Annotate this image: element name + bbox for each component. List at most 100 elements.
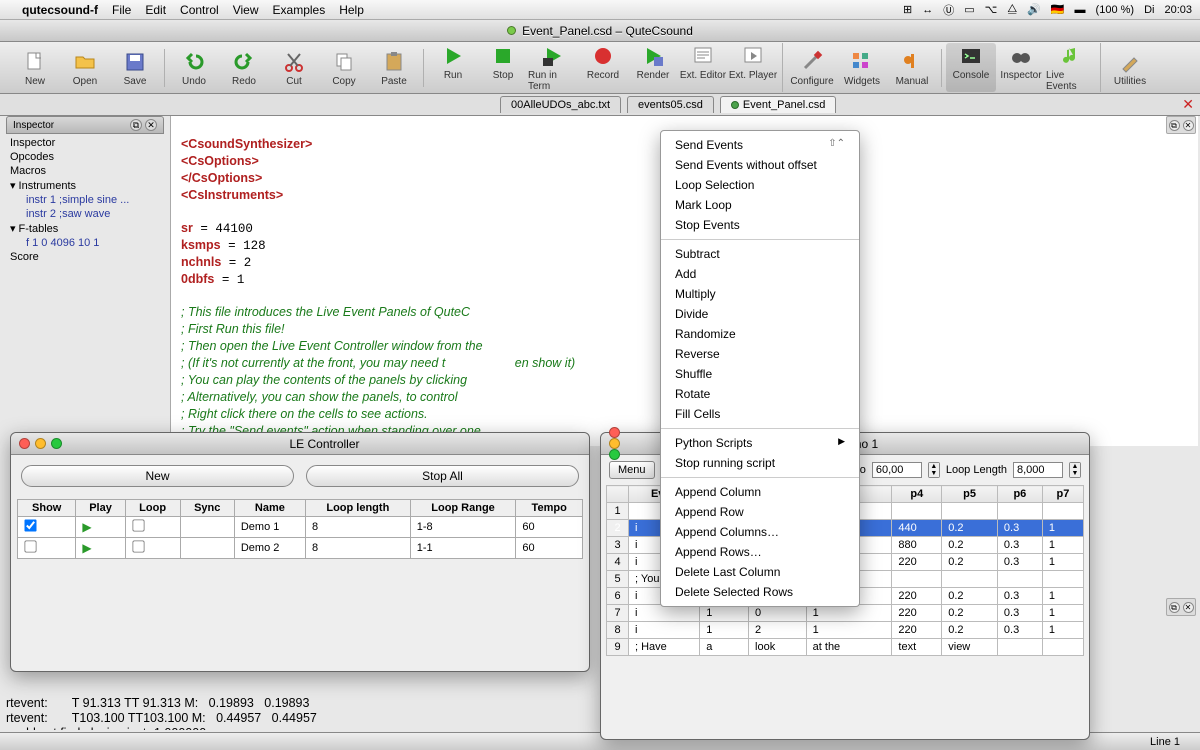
ctx-mark-loop[interactable]: Mark Loop [661,195,859,215]
runterm-button[interactable]: Run in Term [528,43,578,92]
tree-instruments[interactable]: Instruments [8,178,162,193]
status-sync-icon[interactable]: ↔ [922,4,933,16]
side-panel-2[interactable]: ⧉✕ [1166,598,1196,616]
widgets-button[interactable]: Widgets [837,49,887,87]
exteditor-button[interactable]: Ext. Editor [678,43,728,92]
extplayer-button[interactable]: Ext. Player [728,43,778,92]
show-checkbox[interactable] [24,519,36,531]
ctx-rotate[interactable]: Rotate [661,384,859,404]
undo-button[interactable]: Undo [169,49,219,87]
tab-events05[interactable]: events05.csd [627,96,714,113]
menu-file[interactable]: File [112,3,131,17]
ctx-divide[interactable]: Divide [661,304,859,324]
ctx-append-rows[interactable]: Append Rows… [661,542,859,562]
tree-f1[interactable]: f 1 0 4096 10 1 [8,236,162,250]
liveevents-button[interactable]: Live Events [1046,43,1096,92]
close-tab-button[interactable]: ✕ [1182,96,1194,113]
lectl-row-1[interactable]: ▶ Demo 1 8 1-8 60 [18,517,583,538]
looplen-stepper[interactable]: ▲▼ [1069,462,1081,478]
tree-opcodes[interactable]: Opcodes [8,150,162,164]
tree-instr1[interactable]: instr 1 ;simple sine ... [8,193,162,207]
close-icon[interactable] [19,438,30,449]
tree-score[interactable]: Score [8,250,162,264]
ctx-append-row[interactable]: Append Row [661,502,859,522]
demo-menu-button[interactable]: Menu [609,461,655,479]
tab-alleudos[interactable]: 00AlleUDOs_abc.txt [500,96,621,113]
ctx-loop-selection[interactable]: Loop Selection [661,175,859,195]
ctx-append-columns[interactable]: Append Columns… [661,522,859,542]
menu-help[interactable]: Help [339,3,364,17]
configure-button[interactable]: Configure [787,49,837,87]
inspector-close-icon[interactable]: ✕ [145,119,157,131]
status-battery-icon[interactable]: ▬ [1075,4,1086,16]
cut-button[interactable]: Cut [269,49,319,87]
play-icon[interactable]: ▶ [82,541,91,555]
ctx-randomize[interactable]: Randomize [661,324,859,344]
ctx-send-events[interactable]: Send Events⇧⌃ [661,135,859,155]
tab-eventpanel[interactable]: Event_Panel.csd [720,96,837,113]
ctx-stop-events[interactable]: Stop Events [661,215,859,235]
ctx-delete-last-column[interactable]: Delete Last Column [661,562,859,582]
stop-button[interactable]: Stop [478,43,528,92]
status-spaces-icon[interactable]: ⊞ [903,3,912,16]
status-display-icon[interactable]: ▭ [964,3,974,16]
show-checkbox[interactable] [24,540,36,552]
ctx-subtract[interactable]: Subtract [661,244,859,264]
ctx-append-column[interactable]: Append Column [661,482,859,502]
zoom-icon[interactable] [609,449,620,460]
status-volume-icon[interactable]: 🔊 [1027,3,1041,16]
manual-button[interactable]: Manual [887,49,937,87]
copy-button[interactable]: Copy [319,49,369,87]
ctx-send-events-no-offset[interactable]: Send Events without offset [661,155,859,175]
app-name[interactable]: qutecsound-f [22,3,98,17]
run-button[interactable]: Run [428,43,478,92]
status-bt-icon[interactable]: ⌥ [985,3,998,16]
menu-examples[interactable]: Examples [273,3,326,17]
ctx-stop-script[interactable]: Stop running script [661,453,859,473]
close-icon[interactable] [609,427,620,438]
tree-instr2[interactable]: instr 2 ;saw wave [8,207,162,221]
status-flag[interactable]: 🇩🇪 [1051,3,1065,16]
looplen-input[interactable] [1013,462,1063,478]
ctx-delete-selected-rows[interactable]: Delete Selected Rows [661,582,859,602]
side-panel-1[interactable]: ⧉✕ [1166,116,1196,134]
record-button[interactable]: Record [578,43,628,92]
tempo-input[interactable] [872,462,922,478]
tempo-stepper[interactable]: ▲▼ [928,462,940,478]
inspector-detach-icon[interactable]: ⧉ [130,119,142,131]
play-icon[interactable]: ▶ [82,520,91,534]
lectl-row-2[interactable]: ▶ Demo 2 8 1-1 60 [18,538,583,559]
minimize-icon[interactable] [609,438,620,449]
lectl-new-button[interactable]: New [21,465,294,487]
ctx-add[interactable]: Add [661,264,859,284]
ctx-multiply[interactable]: Multiply [661,284,859,304]
inspector-button[interactable]: Inspector [996,43,1046,92]
menu-edit[interactable]: Edit [145,3,166,17]
ctx-fill-cells[interactable]: Fill Cells [661,404,859,424]
menu-view[interactable]: View [233,3,259,17]
paste-button[interactable]: Paste [369,49,419,87]
folder-open-icon [72,49,98,75]
render-button[interactable]: Render [628,43,678,92]
status-u-icon[interactable]: Ⓤ [943,2,954,18]
save-button[interactable]: Save [110,49,160,87]
ctx-python-scripts[interactable]: Python Scripts [661,433,859,453]
zoom-icon[interactable] [51,438,62,449]
ctx-reverse[interactable]: Reverse [661,344,859,364]
lectl-titlebar[interactable]: LE Controller [11,433,589,455]
console-button[interactable]: Console [946,43,996,92]
redo-button[interactable]: Redo [219,49,269,87]
lectl-stopall-button[interactable]: Stop All [306,465,579,487]
tree-ftables[interactable]: F-tables [8,221,162,236]
loop-checkbox[interactable] [132,519,144,531]
tree-inspector[interactable]: Inspector [8,136,162,150]
new-button[interactable]: New [10,49,60,87]
tree-macros[interactable]: Macros [8,164,162,178]
utilities-button[interactable]: Utilities [1105,49,1155,87]
ctx-shuffle[interactable]: Shuffle [661,364,859,384]
minimize-icon[interactable] [35,438,46,449]
status-wifi-icon[interactable]: ⧋ [1007,3,1017,16]
menu-control[interactable]: Control [180,3,219,17]
loop-checkbox[interactable] [132,540,144,552]
open-button[interactable]: Open [60,49,110,87]
